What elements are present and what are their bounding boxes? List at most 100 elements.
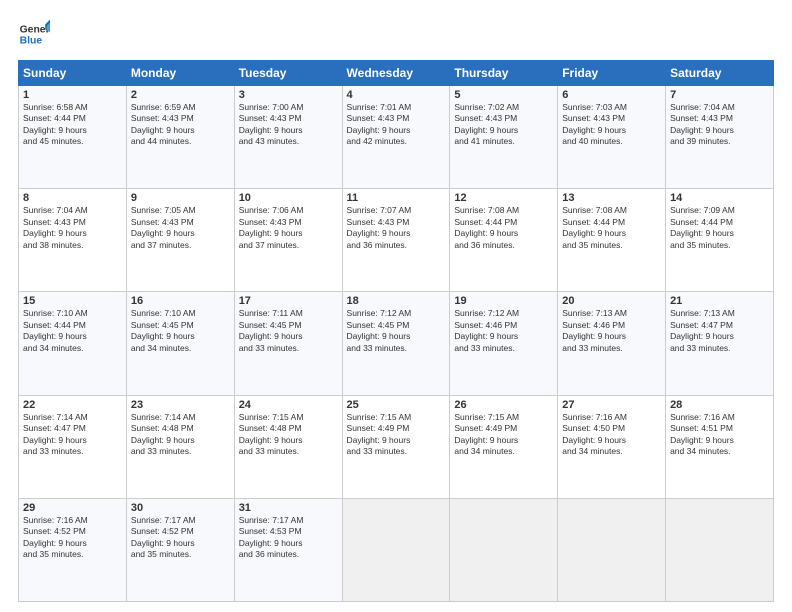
- table-row: 7Sunrise: 7:04 AMSunset: 4:43 PMDaylight…: [666, 86, 774, 189]
- day-number: 2: [131, 89, 230, 101]
- table-row: 20Sunrise: 7:13 AMSunset: 4:46 PMDayligh…: [558, 292, 666, 395]
- day-info: Sunrise: 7:10 AMSunset: 4:44 PMDaylight:…: [23, 308, 122, 354]
- page: General Blue Sunday Monday Tuesday Wedne…: [0, 0, 792, 612]
- day-number: 11: [347, 192, 446, 204]
- day-info: Sunrise: 7:08 AMSunset: 4:44 PMDaylight:…: [454, 205, 553, 251]
- calendar-week-row: 29Sunrise: 7:16 AMSunset: 4:52 PMDayligh…: [19, 498, 774, 601]
- day-number: 22: [23, 399, 122, 411]
- logo: General Blue: [18, 18, 50, 50]
- calendar-week-row: 1Sunrise: 6:58 AMSunset: 4:44 PMDaylight…: [19, 86, 774, 189]
- day-info: Sunrise: 7:09 AMSunset: 4:44 PMDaylight:…: [670, 205, 769, 251]
- day-number: 27: [562, 399, 661, 411]
- col-monday: Monday: [126, 61, 234, 86]
- day-info: Sunrise: 7:15 AMSunset: 4:49 PMDaylight:…: [347, 412, 446, 458]
- table-row: 12Sunrise: 7:08 AMSunset: 4:44 PMDayligh…: [450, 189, 558, 292]
- table-row: [450, 498, 558, 601]
- day-number: 3: [239, 89, 338, 101]
- day-number: 13: [562, 192, 661, 204]
- day-info: Sunrise: 7:08 AMSunset: 4:44 PMDaylight:…: [562, 205, 661, 251]
- day-info: Sunrise: 7:00 AMSunset: 4:43 PMDaylight:…: [239, 102, 338, 148]
- table-row: 28Sunrise: 7:16 AMSunset: 4:51 PMDayligh…: [666, 395, 774, 498]
- day-info: Sunrise: 7:14 AMSunset: 4:48 PMDaylight:…: [131, 412, 230, 458]
- day-info: Sunrise: 7:04 AMSunset: 4:43 PMDaylight:…: [670, 102, 769, 148]
- day-number: 28: [670, 399, 769, 411]
- day-number: 23: [131, 399, 230, 411]
- calendar-header-row: Sunday Monday Tuesday Wednesday Thursday…: [19, 61, 774, 86]
- table-row: 26Sunrise: 7:15 AMSunset: 4:49 PMDayligh…: [450, 395, 558, 498]
- day-info: Sunrise: 7:06 AMSunset: 4:43 PMDaylight:…: [239, 205, 338, 251]
- col-sunday: Sunday: [19, 61, 127, 86]
- table-row: 31Sunrise: 7:17 AMSunset: 4:53 PMDayligh…: [234, 498, 342, 601]
- day-number: 9: [131, 192, 230, 204]
- day-number: 18: [347, 295, 446, 307]
- day-number: 29: [23, 502, 122, 514]
- day-info: Sunrise: 7:15 AMSunset: 4:49 PMDaylight:…: [454, 412, 553, 458]
- day-info: Sunrise: 7:11 AMSunset: 4:45 PMDaylight:…: [239, 308, 338, 354]
- day-info: Sunrise: 7:14 AMSunset: 4:47 PMDaylight:…: [23, 412, 122, 458]
- table-row: 18Sunrise: 7:12 AMSunset: 4:45 PMDayligh…: [342, 292, 450, 395]
- table-row: 1Sunrise: 6:58 AMSunset: 4:44 PMDaylight…: [19, 86, 127, 189]
- day-number: 24: [239, 399, 338, 411]
- day-info: Sunrise: 7:17 AMSunset: 4:52 PMDaylight:…: [131, 515, 230, 561]
- calendar-table: Sunday Monday Tuesday Wednesday Thursday…: [18, 60, 774, 602]
- table-row: 9Sunrise: 7:05 AMSunset: 4:43 PMDaylight…: [126, 189, 234, 292]
- calendar-body: 1Sunrise: 6:58 AMSunset: 4:44 PMDaylight…: [19, 86, 774, 602]
- table-row: 21Sunrise: 7:13 AMSunset: 4:47 PMDayligh…: [666, 292, 774, 395]
- day-number: 25: [347, 399, 446, 411]
- table-row: 24Sunrise: 7:15 AMSunset: 4:48 PMDayligh…: [234, 395, 342, 498]
- table-row: [558, 498, 666, 601]
- day-info: Sunrise: 6:58 AMSunset: 4:44 PMDaylight:…: [23, 102, 122, 148]
- col-wednesday: Wednesday: [342, 61, 450, 86]
- calendar-week-row: 8Sunrise: 7:04 AMSunset: 4:43 PMDaylight…: [19, 189, 774, 292]
- table-row: 3Sunrise: 7:00 AMSunset: 4:43 PMDaylight…: [234, 86, 342, 189]
- table-row: 6Sunrise: 7:03 AMSunset: 4:43 PMDaylight…: [558, 86, 666, 189]
- table-row: 4Sunrise: 7:01 AMSunset: 4:43 PMDaylight…: [342, 86, 450, 189]
- table-row: 16Sunrise: 7:10 AMSunset: 4:45 PMDayligh…: [126, 292, 234, 395]
- table-row: 23Sunrise: 7:14 AMSunset: 4:48 PMDayligh…: [126, 395, 234, 498]
- table-row: 11Sunrise: 7:07 AMSunset: 4:43 PMDayligh…: [342, 189, 450, 292]
- day-info: Sunrise: 7:03 AMSunset: 4:43 PMDaylight:…: [562, 102, 661, 148]
- day-number: 30: [131, 502, 230, 514]
- col-saturday: Saturday: [666, 61, 774, 86]
- day-number: 26: [454, 399, 553, 411]
- day-info: Sunrise: 7:13 AMSunset: 4:47 PMDaylight:…: [670, 308, 769, 354]
- day-number: 14: [670, 192, 769, 204]
- day-number: 6: [562, 89, 661, 101]
- day-info: Sunrise: 7:04 AMSunset: 4:43 PMDaylight:…: [23, 205, 122, 251]
- table-row: 19Sunrise: 7:12 AMSunset: 4:46 PMDayligh…: [450, 292, 558, 395]
- table-row: 10Sunrise: 7:06 AMSunset: 4:43 PMDayligh…: [234, 189, 342, 292]
- day-info: Sunrise: 7:15 AMSunset: 4:48 PMDaylight:…: [239, 412, 338, 458]
- day-info: Sunrise: 7:17 AMSunset: 4:53 PMDaylight:…: [239, 515, 338, 561]
- day-info: Sunrise: 7:12 AMSunset: 4:46 PMDaylight:…: [454, 308, 553, 354]
- day-info: Sunrise: 7:07 AMSunset: 4:43 PMDaylight:…: [347, 205, 446, 251]
- day-number: 5: [454, 89, 553, 101]
- day-number: 12: [454, 192, 553, 204]
- table-row: 14Sunrise: 7:09 AMSunset: 4:44 PMDayligh…: [666, 189, 774, 292]
- day-number: 15: [23, 295, 122, 307]
- day-number: 17: [239, 295, 338, 307]
- day-info: Sunrise: 7:01 AMSunset: 4:43 PMDaylight:…: [347, 102, 446, 148]
- day-number: 4: [347, 89, 446, 101]
- table-row: 25Sunrise: 7:15 AMSunset: 4:49 PMDayligh…: [342, 395, 450, 498]
- day-info: Sunrise: 7:12 AMSunset: 4:45 PMDaylight:…: [347, 308, 446, 354]
- day-info: Sunrise: 7:16 AMSunset: 4:52 PMDaylight:…: [23, 515, 122, 561]
- col-tuesday: Tuesday: [234, 61, 342, 86]
- day-number: 16: [131, 295, 230, 307]
- day-info: Sunrise: 7:10 AMSunset: 4:45 PMDaylight:…: [131, 308, 230, 354]
- day-info: Sunrise: 7:13 AMSunset: 4:46 PMDaylight:…: [562, 308, 661, 354]
- table-row: [342, 498, 450, 601]
- table-row: 8Sunrise: 7:04 AMSunset: 4:43 PMDaylight…: [19, 189, 127, 292]
- day-number: 8: [23, 192, 122, 204]
- col-thursday: Thursday: [450, 61, 558, 86]
- day-info: Sunrise: 7:02 AMSunset: 4:43 PMDaylight:…: [454, 102, 553, 148]
- day-number: 20: [562, 295, 661, 307]
- day-number: 31: [239, 502, 338, 514]
- day-info: Sunrise: 6:59 AMSunset: 4:43 PMDaylight:…: [131, 102, 230, 148]
- day-number: 21: [670, 295, 769, 307]
- table-row: 2Sunrise: 6:59 AMSunset: 4:43 PMDaylight…: [126, 86, 234, 189]
- day-info: Sunrise: 7:05 AMSunset: 4:43 PMDaylight:…: [131, 205, 230, 251]
- day-number: 7: [670, 89, 769, 101]
- table-row: 13Sunrise: 7:08 AMSunset: 4:44 PMDayligh…: [558, 189, 666, 292]
- day-number: 19: [454, 295, 553, 307]
- day-info: Sunrise: 7:16 AMSunset: 4:50 PMDaylight:…: [562, 412, 661, 458]
